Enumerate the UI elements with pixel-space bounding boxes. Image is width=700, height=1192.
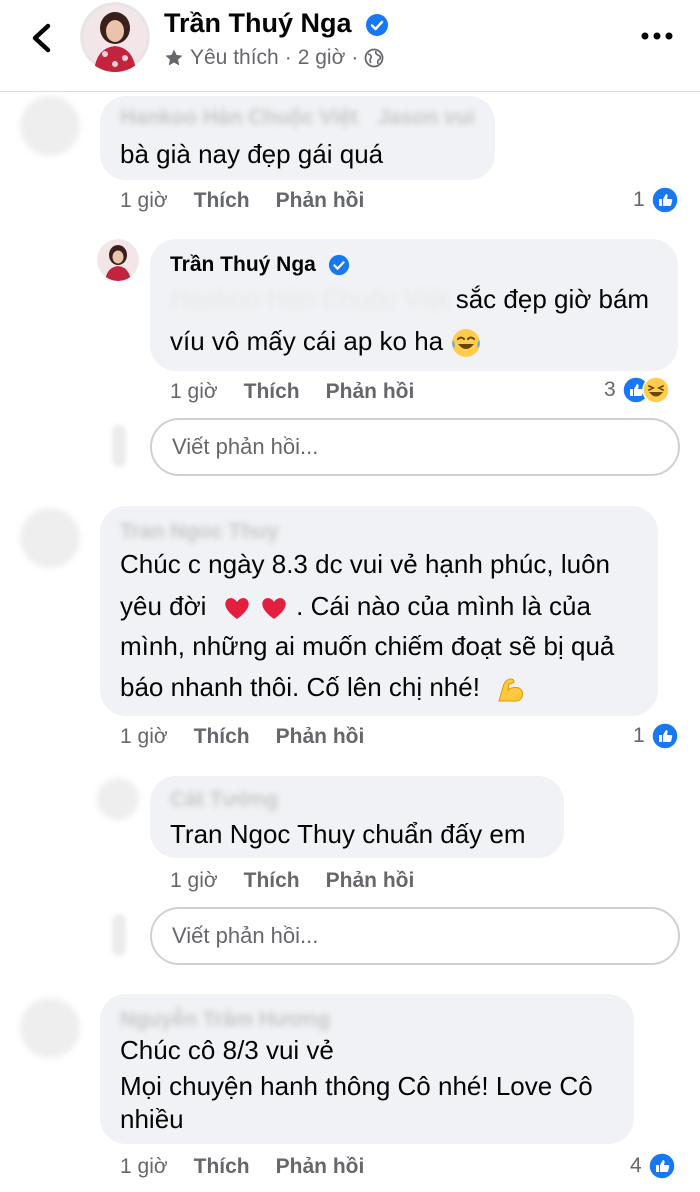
reply-time[interactable]: 1 giờ	[170, 869, 218, 893]
comment-time[interactable]: 1 giờ	[120, 189, 168, 213]
haha-icon	[641, 376, 670, 404]
comment-author-text[interactable]: Nguyễn Trâm Hương	[120, 1008, 330, 1031]
meta-separator: ·	[284, 46, 292, 69]
like-icon	[650, 722, 679, 750]
reply-text: Hankoo Hàn Chuộc Việt sắc đẹp giờ bám	[170, 279, 649, 319]
comment-avatar[interactable]	[20, 96, 80, 156]
reply-button[interactable]: Phản hồi	[326, 380, 415, 404]
reaction-count: 3	[604, 378, 616, 401]
reply-text-line: víu vô mấy cái ap ko ha	[170, 321, 482, 361]
reply-author[interactable]: Trần Thuý Nga	[170, 253, 350, 277]
reply-button[interactable]: Phản hồi	[276, 725, 365, 749]
reply-avatar[interactable]	[97, 239, 139, 281]
reply-time[interactable]: 1 giờ	[170, 380, 218, 404]
comment-text-line: mình, những ai muốn chiếm đoạt sẽ bị quả	[120, 631, 615, 661]
reaction-count: 1	[633, 724, 645, 747]
reaction-summary[interactable]: 4	[630, 1152, 676, 1180]
reaction-count: 4	[630, 1154, 642, 1177]
globe-icon	[364, 48, 384, 68]
comment-author-text[interactable]: Hankoo Hàn Chuộc Việt	[120, 106, 358, 129]
comment-avatar[interactable]	[20, 998, 80, 1058]
heart-icon	[262, 598, 286, 620]
reply-input-field[interactable]	[152, 420, 678, 474]
reply-bubble: Cát Tường Tran Ngoc Thuy chuẩn đấy em	[150, 776, 564, 858]
reply-button[interactable]: Phản hồi	[326, 869, 415, 893]
mentioned-user[interactable]: Hankoo Hàn Chuộc Việt	[170, 284, 448, 314]
like-button[interactable]: Thích	[244, 380, 300, 404]
comment-text-line: Chúc c ngày 8.3 dc vui vẻ hạnh phúc, luô…	[120, 549, 610, 579]
comment-author[interactable]: Nguyễn Trâm Hương	[120, 1008, 330, 1032]
reply-author[interactable]: Cát Tường	[170, 788, 278, 812]
viewer-avatar	[112, 914, 126, 956]
comment-actions: 1 giờ Thích Phản hồi	[120, 189, 364, 213]
reaction-summary[interactable]: 1	[633, 186, 679, 214]
reply-actions: 1 giờ Thích Phản hồi	[170, 869, 414, 893]
comment-author[interactable]: Hankoo Hàn Chuộc Việt Jason vui	[120, 106, 474, 130]
reply-button[interactable]: Phản hồi	[276, 1155, 365, 1179]
comment-text-line: yêu đời . Cái nào của mình là của	[120, 586, 591, 626]
post-author-name-text[interactable]: Trần Thuý Nga	[164, 8, 352, 38]
reply-button[interactable]: Phản hồi	[276, 189, 365, 213]
comment-bubble: Nguyễn Trâm Hương Chúc cô 8/3 vui vẻ Mọi…	[100, 994, 634, 1144]
like-icon	[647, 1152, 676, 1180]
reply-input[interactable]	[150, 418, 680, 476]
back-chevron-icon[interactable]	[22, 18, 62, 58]
reply-bubble: Trần Thuý Nga Hankoo Hàn Chuộc Việt sắc …	[150, 239, 678, 371]
flex-arm-icon	[498, 678, 524, 702]
star-icon	[165, 49, 183, 66]
author-avatar[interactable]	[80, 2, 150, 72]
reaction-summary[interactable]: 1	[633, 722, 679, 750]
meta-separator: ·	[351, 46, 359, 69]
comment-text: bà già nay đẹp gái quá	[120, 139, 384, 169]
comment-actions: 1 giờ Thích Phản hồi	[120, 1155, 364, 1179]
reply-input[interactable]	[150, 907, 680, 965]
post-header: Trần Thuý Nga Yêu thích · 2 giờ ·	[0, 0, 700, 92]
reply-input-field[interactable]	[152, 909, 678, 963]
like-button[interactable]: Thích	[194, 725, 250, 749]
comment-text-line: Mọi chuyện hanh thông Cô nhé! Love Cô	[120, 1071, 593, 1101]
reply-author-text[interactable]: Cát Tường	[170, 788, 278, 811]
comment-text-line: Chúc cô 8/3 vui vẻ	[120, 1035, 334, 1065]
comment-time[interactable]: 1 giờ	[120, 1155, 168, 1179]
comment-text-line: nhiều	[120, 1104, 184, 1134]
post-time[interactable]: 2 giờ	[298, 46, 346, 70]
comment-bubble: Tran Ngoc Thuy Chúc c ngày 8.3 dc vui vẻ…	[100, 506, 658, 716]
comment-time[interactable]: 1 giờ	[120, 725, 168, 749]
laugh-tears-icon	[452, 329, 481, 358]
comment-author[interactable]: Tran Ngoc Thuy	[120, 520, 279, 544]
favorite-label: Yêu thích	[190, 46, 279, 69]
comment-text-part: . Cái nào của mình là của	[296, 591, 591, 621]
reply-text-line: sắc đẹp giờ bám	[455, 284, 650, 314]
comment-text-line: báo nhanh thôi. Cố lên chị nhé!	[120, 667, 527, 707]
comment-actions: 1 giờ Thích Phản hồi	[120, 725, 364, 749]
verified-icon	[328, 255, 349, 276]
comment-author-text[interactable]: Tran Ngoc Thuy	[120, 520, 279, 543]
like-icon	[650, 186, 679, 214]
comment-author-extra: Jason vui	[377, 106, 475, 129]
like-button[interactable]: Thích	[194, 189, 250, 213]
comment-avatar[interactable]	[20, 508, 80, 568]
reply-text: Tran Ngoc Thuy chuẩn đấy em	[170, 819, 526, 849]
post-author-name[interactable]: Trần Thuý Nga	[164, 8, 389, 39]
reaction-summary[interactable]: 3	[604, 376, 670, 404]
comment-text-part: báo nhanh thôi. Cố lên chị nhé!	[120, 672, 480, 702]
reply-actions: 1 giờ Thích Phản hồi	[170, 380, 414, 404]
reply-author-text[interactable]: Trần Thuý Nga	[170, 253, 316, 276]
post-meta: Yêu thích · 2 giờ ·	[164, 46, 384, 70]
reply-avatar[interactable]	[97, 778, 139, 820]
comment-bubble: Hankoo Hàn Chuộc Việt Jason vui bà già n…	[100, 96, 495, 180]
comment-text-part: yêu đời	[120, 591, 207, 621]
reaction-count: 1	[633, 188, 645, 211]
reply-text-line2: víu vô mấy cái ap ko ha	[170, 326, 444, 356]
viewer-avatar	[112, 425, 126, 467]
more-dots-icon[interactable]	[640, 26, 674, 46]
heart-icon	[224, 598, 249, 620]
like-button[interactable]: Thích	[244, 869, 300, 893]
like-button[interactable]: Thích	[194, 1155, 250, 1179]
verified-icon	[366, 13, 389, 36]
